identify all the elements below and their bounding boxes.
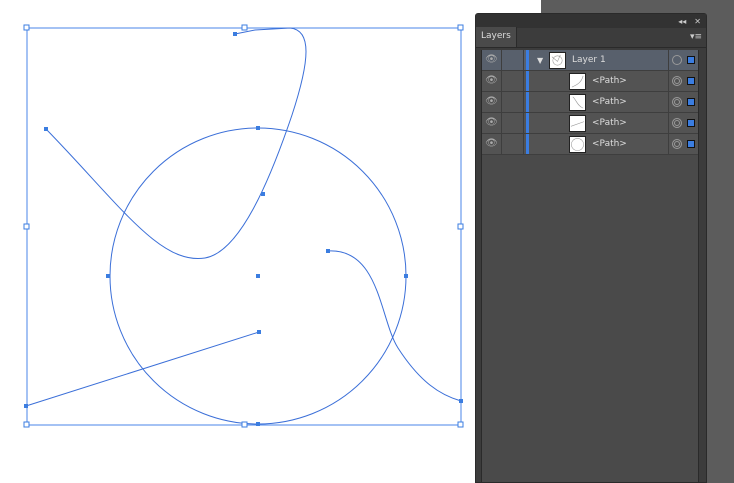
layer-name[interactable]: <Path> [592,97,668,107]
collapse-icon[interactable]: ◂◂ [678,17,686,26]
layer-thumbnail [549,51,566,69]
eye-icon[interactable]: 👁 [482,92,502,112]
curve-path-2 [327,250,462,402]
eye-icon[interactable]: 👁 [482,134,502,154]
layer-name[interactable]: Layer 1 [572,55,668,65]
selection-square-icon[interactable] [687,98,695,106]
target-toggle[interactable] [668,134,698,154]
layer-color-bar [526,92,529,112]
selection-square-icon[interactable] [687,77,695,85]
lock-toggle[interactable] [502,113,524,133]
layer-thumbnail [569,93,586,111]
selection-square-icon[interactable] [687,119,695,127]
layer-thumbnail [569,135,586,153]
target-toggle[interactable] [668,113,698,133]
selection-bounding-box [26,27,462,426]
target-toggle[interactable] [668,71,698,91]
path-row[interactable]: 👁 <Path> [482,92,698,113]
layer-color-bar [526,134,529,154]
selection-square-icon[interactable] [687,56,695,64]
lock-toggle[interactable] [502,92,524,112]
lock-toggle[interactable] [502,71,524,91]
panel-header: ◂◂ ✕ [476,14,706,28]
target-circle-icon[interactable] [672,97,682,107]
expand-triangle-icon[interactable]: ▼ [537,56,549,65]
eye-icon[interactable]: 👁 [482,50,502,70]
target-toggle[interactable] [668,50,698,70]
target-toggle[interactable] [668,92,698,112]
lock-toggle[interactable] [502,50,524,70]
target-circle-icon[interactable] [672,139,682,149]
layer-color-bar [526,113,529,133]
panel-tabbar: Layers ▾≡ [476,27,706,48]
path-row[interactable]: 👁 <Path> [482,113,698,134]
close-icon[interactable]: ✕ [694,17,701,26]
lock-toggle[interactable] [502,134,524,154]
target-circle-icon[interactable] [672,76,682,86]
tab-layers[interactable]: Layers [476,27,517,47]
target-circle-icon[interactable] [672,118,682,128]
layer-name[interactable]: <Path> [592,118,668,128]
layers-panel: ◂◂ ✕ Layers ▾≡ 👁 ▼ Layer 1 👁 <Path> 👁 <P… [475,13,707,483]
eye-icon[interactable]: 👁 [482,113,502,133]
layer-name[interactable]: <Path> [592,139,668,149]
target-circle-icon[interactable] [672,55,682,65]
layer-thumbnail [569,114,586,132]
curve-path-1 [45,27,307,260]
selection-square-icon[interactable] [687,140,695,148]
line-path [25,331,260,407]
layer-thumbnail [569,72,586,90]
layer-row[interactable]: 👁 ▼ Layer 1 [482,50,698,71]
layer-color-bar [526,50,529,70]
path-row[interactable]: 👁 <Path> [482,134,698,155]
layer-name[interactable]: <Path> [592,76,668,86]
layers-list: 👁 ▼ Layer 1 👁 <Path> 👁 <Path> 👁 <Path> 👁… [481,50,699,482]
eye-icon[interactable]: 👁 [482,71,502,91]
panel-menu-icon[interactable]: ▾≡ [690,32,702,42]
layer-color-bar [526,71,529,91]
path-row[interactable]: 👁 <Path> [482,71,698,92]
